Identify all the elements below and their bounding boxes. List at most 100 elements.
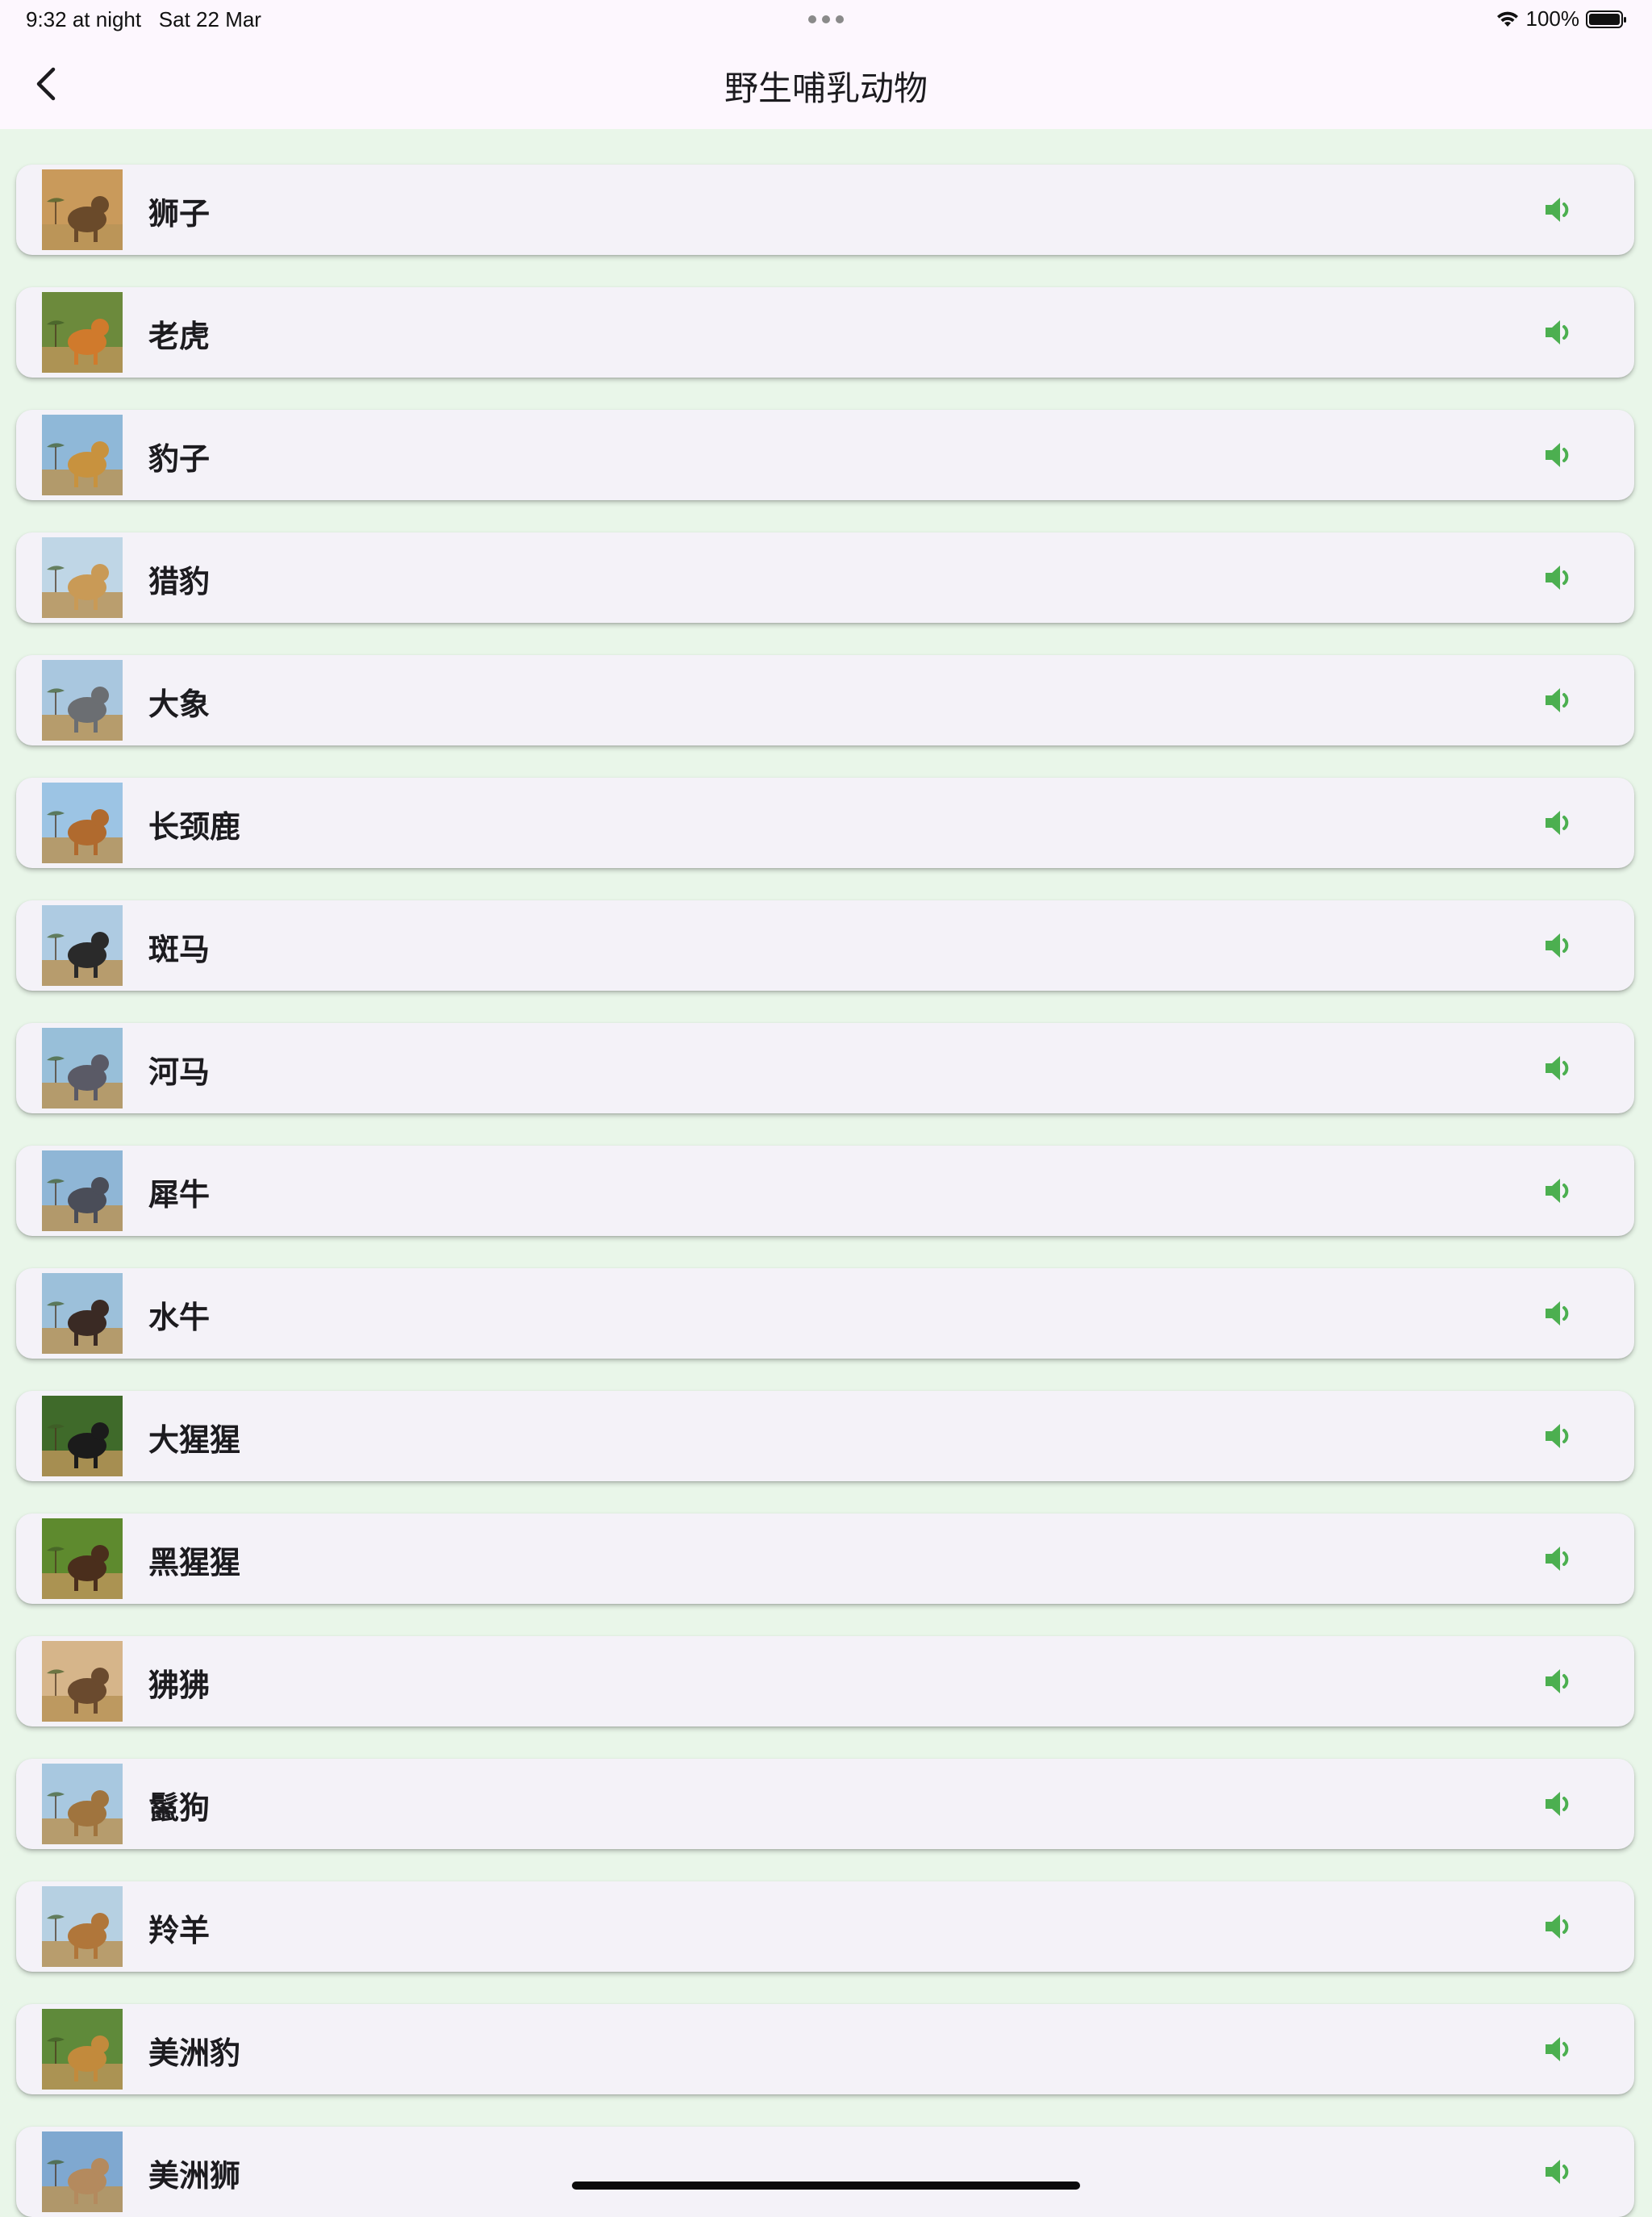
animal-name: 豹子 bbox=[148, 441, 211, 477]
animal-name: 美洲豹 bbox=[148, 2035, 241, 2071]
hippo-photo bbox=[42, 1028, 123, 1108]
list-item[interactable]: 猎豹 bbox=[16, 532, 1634, 623]
speaker-icon bbox=[1546, 688, 1569, 712]
speaker-icon bbox=[1546, 320, 1569, 344]
speaker-icon bbox=[1546, 1179, 1569, 1203]
animal-thumbnail bbox=[42, 2131, 123, 2212]
list-item[interactable]: 犀牛 bbox=[16, 1146, 1634, 1236]
speaker-button[interactable] bbox=[1537, 1538, 1579, 1580]
speaker-icon bbox=[1546, 1424, 1569, 1448]
animal-name: 羚羊 bbox=[148, 1913, 211, 1948]
animal-name: 河马 bbox=[148, 1054, 211, 1090]
speaker-button[interactable] bbox=[1537, 1292, 1579, 1334]
list-item[interactable]: 水牛 bbox=[16, 1268, 1634, 1359]
list-item[interactable]: 长颈鹿 bbox=[16, 778, 1634, 868]
speaker-button[interactable] bbox=[1537, 1047, 1579, 1089]
antelope-photo bbox=[42, 1886, 123, 1967]
chimpanzee-photo bbox=[42, 1518, 123, 1599]
wifi-icon bbox=[1496, 11, 1518, 27]
list-item[interactable]: 狒狒 bbox=[16, 1636, 1634, 1726]
list-item[interactable]: 美洲狮 bbox=[16, 2127, 1634, 2217]
speaker-icon bbox=[1546, 2037, 1569, 2061]
speaker-button[interactable] bbox=[1537, 1783, 1579, 1825]
animal-thumbnail bbox=[42, 1028, 123, 1108]
leopard-photo bbox=[42, 415, 123, 495]
speaker-button[interactable] bbox=[1537, 2028, 1579, 2070]
list-item[interactable]: 大猩猩 bbox=[16, 1391, 1634, 1481]
cheetah-photo bbox=[42, 537, 123, 618]
animal-thumbnail bbox=[42, 1641, 123, 1722]
speaker-icon bbox=[1546, 2160, 1569, 2184]
speaker-button[interactable] bbox=[1537, 679, 1579, 721]
speaker-icon bbox=[1546, 1669, 1569, 1693]
speaker-icon bbox=[1546, 1914, 1569, 1939]
animal-name: 鬣狗 bbox=[148, 1790, 211, 1826]
animal-name: 猎豹 bbox=[148, 564, 211, 599]
speaker-button[interactable] bbox=[1537, 925, 1579, 967]
speaker-button[interactable] bbox=[1537, 189, 1579, 231]
animal-thumbnail bbox=[42, 1518, 123, 1599]
animal-thumbnail bbox=[42, 292, 123, 373]
list-item[interactable]: 黑猩猩 bbox=[16, 1513, 1634, 1604]
animal-thumbnail bbox=[42, 905, 123, 986]
list-item[interactable]: 羚羊 bbox=[16, 1881, 1634, 1972]
animal-thumbnail bbox=[42, 2009, 123, 2090]
speaker-button[interactable] bbox=[1537, 1170, 1579, 1212]
speaker-icon bbox=[1546, 1547, 1569, 1571]
animal-name: 大猩猩 bbox=[148, 1422, 241, 1458]
animal-name: 狒狒 bbox=[148, 1668, 211, 1703]
gorilla-photo bbox=[42, 1396, 123, 1476]
buffalo-photo bbox=[42, 1273, 123, 1354]
speaker-button[interactable] bbox=[1537, 1660, 1579, 1702]
page-title: 野生哺乳动物 bbox=[724, 69, 928, 108]
speaker-button[interactable] bbox=[1537, 557, 1579, 599]
animal-thumbnail bbox=[42, 1396, 123, 1476]
speaker-button[interactable] bbox=[1537, 1415, 1579, 1457]
lion-photo bbox=[42, 169, 123, 250]
list-item[interactable]: 豹子 bbox=[16, 410, 1634, 500]
app-bar: 野生哺乳动物 bbox=[0, 39, 1652, 129]
hyena-photo bbox=[42, 1764, 123, 1844]
speaker-icon bbox=[1546, 443, 1569, 467]
animal-name: 狮子 bbox=[148, 196, 211, 232]
speaker-button[interactable] bbox=[1537, 1906, 1579, 1948]
status-time-text: 9:32 at night bbox=[26, 7, 142, 31]
animal-name: 美洲狮 bbox=[148, 2158, 241, 2194]
animal-name: 犀牛 bbox=[148, 1177, 211, 1213]
battery-icon bbox=[1586, 10, 1626, 28]
speaker-icon bbox=[1546, 198, 1569, 222]
cougar-photo bbox=[42, 2131, 123, 2212]
speaker-button[interactable] bbox=[1537, 434, 1579, 476]
status-right: 100% bbox=[1496, 6, 1629, 31]
list-item[interactable]: 鬣狗 bbox=[16, 1759, 1634, 1849]
zebra-photo bbox=[42, 905, 123, 986]
home-indicator bbox=[572, 2182, 1080, 2190]
battery-percentage: 100% bbox=[1525, 6, 1580, 31]
animal-thumbnail bbox=[42, 537, 123, 618]
animal-name: 大象 bbox=[148, 687, 211, 722]
speaker-icon bbox=[1546, 1301, 1569, 1326]
list-item[interactable]: 狮子 bbox=[16, 165, 1634, 255]
animal-name: 老虎 bbox=[148, 319, 211, 354]
list-item[interactable]: 大象 bbox=[16, 655, 1634, 745]
elephant-photo bbox=[42, 660, 123, 741]
animal-thumbnail bbox=[42, 1764, 123, 1844]
speaker-icon bbox=[1546, 566, 1569, 590]
list-item[interactable]: 美洲豹 bbox=[16, 2004, 1634, 2094]
animal-thumbnail bbox=[42, 415, 123, 495]
rhino-photo bbox=[42, 1150, 123, 1231]
animal-name: 长颈鹿 bbox=[148, 809, 241, 845]
animal-thumbnail bbox=[42, 1273, 123, 1354]
speaker-button[interactable] bbox=[1537, 2151, 1579, 2193]
speaker-button[interactable] bbox=[1537, 802, 1579, 844]
animal-thumbnail bbox=[42, 660, 123, 741]
speaker-icon bbox=[1546, 811, 1569, 835]
speaker-button[interactable] bbox=[1537, 311, 1579, 353]
list-item[interactable]: 河马 bbox=[16, 1023, 1634, 1113]
list-item[interactable]: 斑马 bbox=[16, 900, 1634, 991]
more-dots-icon[interactable] bbox=[808, 15, 844, 23]
list-item[interactable]: 老虎 bbox=[16, 287, 1634, 378]
animal-name: 黑猩猩 bbox=[148, 1545, 241, 1580]
jaguar-photo bbox=[42, 2009, 123, 2090]
giraffe-photo bbox=[42, 783, 123, 863]
